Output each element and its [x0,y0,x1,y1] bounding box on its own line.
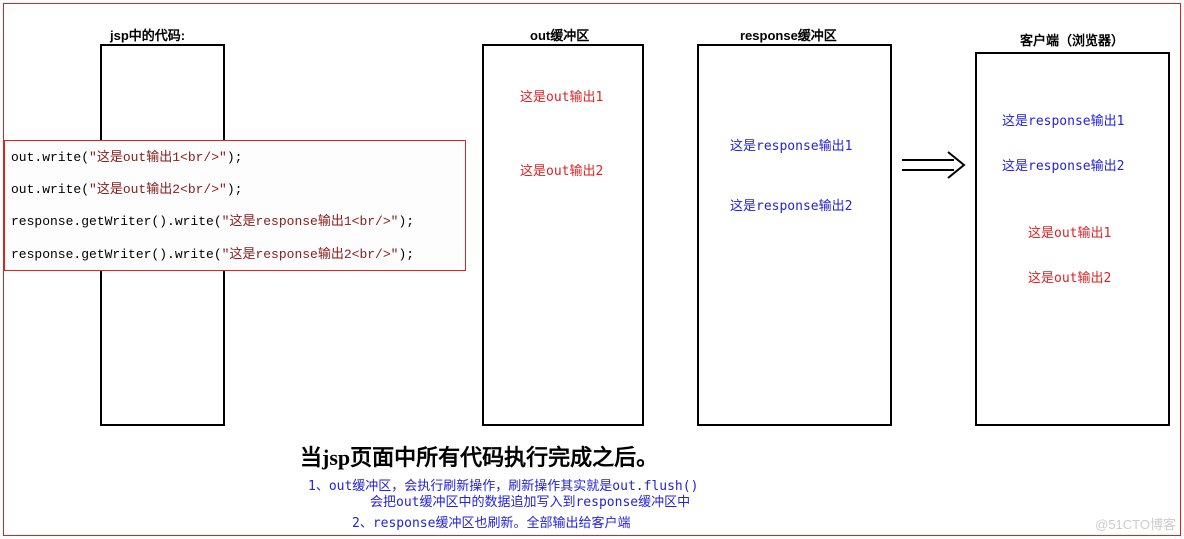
client-line4: 这是out输出2 [1028,267,1111,286]
resp-buffer-title: response缓冲区 [740,25,837,44]
client-line3: 这是out输出1 [1028,222,1111,241]
jsp-title: jsp中的代码: [110,25,185,44]
out-buf-line1: 这是out输出1 [520,86,603,105]
resp-buffer-box [697,44,892,426]
code-line-4: response.getWriter().write("这是response输出… [11,246,459,264]
arrow-icon [900,150,970,180]
out-buffer-title: out缓冲区 [530,25,589,44]
watermark: @51CTO博客 [1095,514,1176,533]
client-line1: 这是response输出1 [1002,110,1124,129]
code-block: out.write("这是out输出1<br/>"); out.write("这… [4,140,466,271]
code-line-1: out.write("这是out输出1<br/>"); [11,149,459,167]
client-title: 客户端（浏览器） [1020,30,1124,49]
main-heading: 当jsp页面中所有代码执行完成之后。 [300,440,658,472]
resp-buf-line1: 这是response输出1 [730,135,852,154]
note-2: 2、response缓冲区也刷新。全部输出给客户端 [352,512,630,531]
client-line2: 这是response输出2 [1002,155,1124,174]
out-buf-line2: 这是out输出2 [520,160,603,179]
code-line-2: out.write("这是out输出2<br/>"); [11,181,459,199]
note-1b: 会把out缓冲区中的数据追加写入到response缓冲区中 [370,491,690,510]
code-line-3: response.getWriter().write("这是response输出… [11,213,459,231]
resp-buf-line2: 这是response输出2 [730,195,852,214]
